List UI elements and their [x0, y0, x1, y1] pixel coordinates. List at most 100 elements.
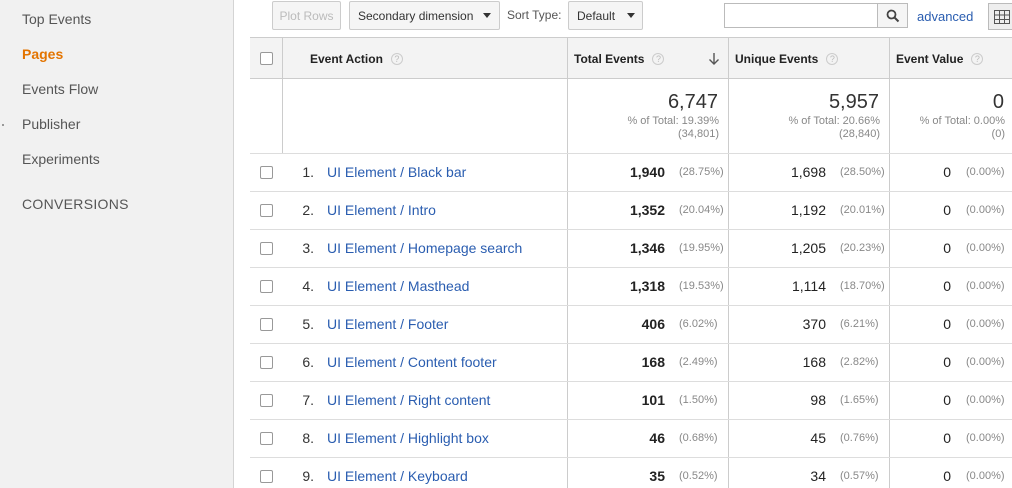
event-action-link[interactable]: UI Element / Homepage search [327, 240, 522, 256]
event-value-value: 0 [943, 278, 951, 294]
unique-events-percent: (1.65%) [840, 394, 879, 406]
help-icon[interactable]: ? [390, 52, 403, 65]
event-value-value: 0 [943, 430, 951, 446]
total-events-percent: (19.95%) [679, 242, 724, 254]
event-action-link[interactable]: UI Element / Black bar [327, 164, 466, 180]
row-rank: 3. [302, 240, 314, 256]
event-value-pct: % of Total: 0.00% [919, 115, 1005, 127]
row-checkbox[interactable] [260, 166, 273, 179]
row-checkbox[interactable] [260, 280, 273, 293]
total-events-value: 1,940 [629, 164, 665, 180]
header-unique-events[interactable]: Unique Events ? [735, 38, 839, 79]
secondary-dimension-dropdown[interactable]: Secondary dimension [349, 1, 500, 30]
table-row: 4. UI Element / Masthead 1,318 (19.53%) 1,11… [250, 268, 1012, 306]
table-search-input[interactable] [724, 3, 878, 28]
help-icon[interactable]: ? [652, 52, 665, 65]
sidebar-section-conversions[interactable]: CONVERSIONS [22, 196, 129, 212]
row-checkbox[interactable] [260, 204, 273, 217]
sort-type-label: Sort Type: [507, 8, 562, 22]
search-icon [886, 9, 899, 22]
advanced-filter-link[interactable]: advanced [917, 9, 973, 24]
header-unique-events-label: Unique Events [735, 51, 819, 66]
table-row: 7. UI Element / Right content 101 (1.50%) 98… [250, 382, 1012, 420]
unique-events-percent: (2.82%) [840, 356, 879, 368]
row-checkbox[interactable] [260, 470, 273, 483]
unique-events-percent: (6.21%) [840, 318, 879, 330]
help-icon[interactable]: ? [826, 52, 839, 65]
event-value-percent: (0.00%) [966, 204, 1005, 216]
sidebar-item-events-flow[interactable]: Events Flow [22, 81, 98, 97]
total-events-percent: (0.68%) [679, 432, 718, 444]
total-events-value: 1,346 [629, 240, 665, 256]
table-row: 2. UI Element / Intro 1,352 (20.04%) 1,192 (2… [250, 192, 1012, 230]
unique-events-pct: % of Total: 20.66% [788, 115, 880, 127]
event-value-value: 0 [943, 164, 951, 180]
table-row: 5. UI Element / Footer 406 (6.02%) 370 (6.21%… [250, 306, 1012, 344]
event-value-percent: (0.00%) [966, 166, 1005, 178]
row-checkbox[interactable] [260, 432, 273, 445]
unique-events-value: 1,114 [792, 278, 826, 294]
row-checkbox[interactable] [260, 318, 273, 331]
unique-events-value: 1,205 [790, 240, 826, 256]
sort-type-value: Default [577, 8, 616, 23]
total-events-percent: (0.52%) [679, 470, 718, 482]
event-value-value: 0 [943, 354, 951, 370]
row-checkbox[interactable] [260, 242, 273, 255]
search-button[interactable] [878, 3, 908, 28]
event-action-link[interactable]: UI Element / Keyboard [327, 468, 468, 484]
event-value-of: (0) [991, 128, 1005, 140]
total-events-value: 168 [641, 354, 665, 370]
event-action-link[interactable]: UI Element / Highlight box [327, 430, 489, 446]
header-event-value[interactable]: Event Value ? [896, 38, 984, 79]
total-events-value: 406 [641, 316, 665, 332]
unique-events-sum: 5,957 [828, 91, 879, 113]
select-all-checkbox[interactable] [260, 52, 273, 65]
chevron-down-icon [627, 13, 636, 18]
event-action-link[interactable]: UI Element / Intro [327, 202, 436, 218]
table-row: 1. UI Element / Black bar 1,940 (28.75%) 1,6… [250, 154, 1012, 192]
totals-row: 6,747 % of Total: 19.39% (34,801) 5,957 … [250, 79, 1012, 154]
total-events-value: 1,352 [629, 202, 665, 218]
header-event-action[interactable]: Event Action ? [310, 38, 403, 79]
unique-events-of: (28,840) [839, 128, 880, 140]
event-action-link[interactable]: UI Element / Content footer [327, 354, 497, 370]
chevron-down-icon [483, 13, 492, 18]
event-value-percent: (0.00%) [966, 356, 1005, 368]
total-events-percent: (19.53%) [679, 280, 724, 292]
row-rank: 2. [302, 202, 314, 218]
event-action-link[interactable]: UI Element / Masthead [327, 278, 469, 294]
total-events-percent: (1.50%) [679, 394, 718, 406]
event-value-percent: (0.00%) [966, 280, 1005, 292]
sort-descending-arrow-icon [709, 52, 720, 65]
help-icon[interactable]: ? [971, 52, 984, 65]
row-checkbox[interactable] [260, 394, 273, 407]
sidebar-marker [2, 124, 4, 126]
sidebar-item-top-events[interactable]: Top Events [22, 11, 91, 27]
unique-events-value: 1,192 [790, 202, 826, 218]
total-events-percent: (6.02%) [679, 318, 718, 330]
table-view-button[interactable] [988, 3, 1012, 30]
header-total-events[interactable]: Total Events ? [574, 38, 720, 79]
header-event-action-label: Event Action [310, 51, 383, 66]
sidebar-item-publisher[interactable]: Publisher [22, 116, 80, 132]
sidebar-item-experiments[interactable]: Experiments [22, 151, 100, 167]
event-value-percent: (0.00%) [966, 432, 1005, 444]
event-value-percent: (0.00%) [966, 318, 1005, 330]
event-action-link[interactable]: UI Element / Footer [327, 316, 448, 332]
event-action-link[interactable]: UI Element / Right content [327, 392, 490, 408]
unique-events-value: 1,698 [790, 164, 826, 180]
event-value-sum: 0 [992, 91, 1004, 113]
sort-type-dropdown[interactable]: Default [568, 1, 643, 30]
total-events-sum: 6,747 [667, 91, 718, 113]
unique-events-percent: (20.23%) [840, 242, 885, 254]
unique-events-percent: (20.01%) [840, 204, 885, 216]
row-rank: 4. [302, 278, 314, 294]
table-row: 6. UI Element / Content footer 168 (2.49%) 1… [250, 344, 1012, 382]
row-checkbox[interactable] [260, 356, 273, 369]
row-rank: 8. [302, 430, 314, 446]
plot-rows-button[interactable]: Plot Rows [272, 1, 341, 30]
total-events-percent: (20.04%) [679, 204, 724, 216]
row-rank: 7. [302, 392, 314, 408]
sidebar-item-pages[interactable]: Pages [22, 46, 63, 62]
unique-events-percent: (0.76%) [840, 432, 879, 444]
